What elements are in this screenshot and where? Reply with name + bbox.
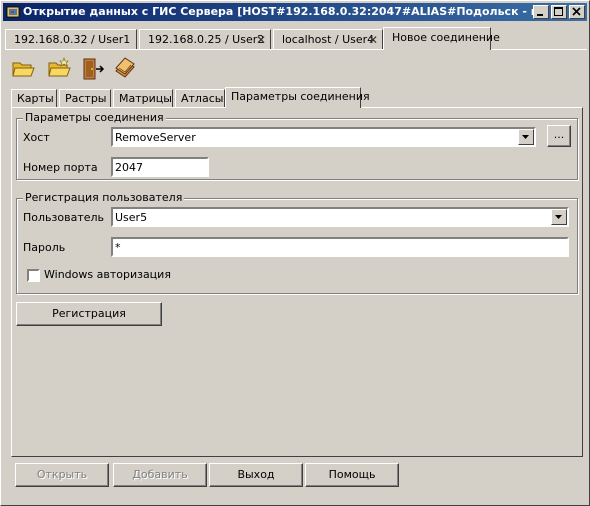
tab-maps[interactable]: Карты — [11, 89, 57, 107]
add-button[interactable]: Добавить — [113, 463, 207, 487]
host-label: Хост — [23, 131, 50, 144]
host-select-value: RemoveServer — [115, 131, 196, 144]
tab-connection-params[interactable]: Параметры соединения — [225, 87, 370, 108]
chevron-down-icon — [555, 215, 562, 219]
doc-tab-label: Новое соединение — [392, 31, 500, 44]
windows-auth-label[interactable]: Windows авторизация — [44, 268, 171, 281]
connection-group: Параметры соединения Хост RemoveServer .… — [16, 111, 578, 180]
register-button[interactable]: Регистрация — [16, 302, 162, 326]
close-button[interactable] — [569, 5, 585, 19]
port-input-value: 2047 — [115, 161, 143, 174]
password-input-value: * — [115, 241, 121, 254]
tab-label: Матрицы — [119, 92, 172, 105]
window-title: Открытие данных с ГИС Сервера [HOST#192.… — [23, 5, 533, 18]
doc-tab-user4[interactable]: localhost / User4 ✕ — [273, 29, 383, 49]
tab-label: Параметры соединения — [231, 90, 370, 103]
doc-tab-label: 192.168.0.32 / User1 — [14, 33, 131, 46]
port-label: Номер порта — [23, 161, 98, 174]
user-dropdown-button[interactable] — [551, 209, 567, 225]
minimize-button[interactable] — [533, 5, 549, 19]
host-select[interactable]: RemoveServer — [111, 127, 536, 147]
help-button-label: Помощь — [328, 468, 376, 481]
port-input[interactable]: 2047 — [111, 157, 209, 177]
chevron-down-icon — [522, 135, 529, 139]
user-registration-group: Регистрация пользователя Пользователь Us… — [16, 191, 578, 294]
add-button-label: Добавить — [132, 468, 188, 481]
help-button[interactable]: Помощь — [305, 463, 399, 487]
title-bar[interactable]: Открытие данных с ГИС Сервера [HOST#192.… — [3, 3, 587, 21]
windows-auth-checkbox[interactable] — [27, 269, 40, 282]
doc-tab-label: localhost / User4 — [282, 33, 375, 46]
tab-rasters[interactable]: Растры — [59, 89, 111, 107]
tab-label: Карты — [17, 92, 54, 105]
exit-door-icon[interactable] — [81, 57, 105, 81]
register-button-label: Регистрация — [52, 307, 126, 320]
exit-button-label: Выход — [237, 468, 275, 481]
tab-divider — [5, 49, 587, 50]
doc-tab-user2[interactable]: 192.168.0.25 / User2 ✕ — [139, 29, 271, 49]
main-window: Открытие данных с ГИС Сервера [HOST#192.… — [0, 0, 590, 506]
user-select-value: User5 — [115, 211, 148, 224]
book-icon[interactable] — [113, 57, 137, 81]
maximize-icon — [554, 7, 563, 16]
browse-host-button[interactable]: ... — [547, 125, 571, 147]
close-tab-icon[interactable]: ✕ — [256, 33, 266, 47]
connection-group-legend: Параметры соединения — [23, 111, 166, 124]
user-select[interactable]: User5 — [111, 207, 569, 227]
browse-label: ... — [553, 128, 565, 141]
doc-tab-new-connection[interactable]: Новое соединение — [383, 27, 500, 50]
open-button-label: Открыть — [36, 468, 88, 481]
app-icon — [6, 6, 20, 18]
minimize-icon — [537, 14, 543, 16]
open-folder-icon[interactable] — [11, 57, 35, 81]
maximize-button[interactable] — [551, 5, 567, 19]
close-tab-icon[interactable]: ✕ — [368, 33, 378, 47]
tab-panel: Параметры соединения Хост RemoveServer .… — [11, 107, 583, 457]
tab-label: Атласы — [181, 92, 224, 105]
doc-tab-label: 192.168.0.25 / User2 — [148, 33, 265, 46]
password-input[interactable]: * — [111, 237, 569, 257]
close-icon — [572, 7, 581, 16]
open-button[interactable]: Открыть — [15, 463, 109, 487]
tab-atlases[interactable]: Атласы — [175, 89, 225, 107]
exit-button[interactable]: Выход — [209, 463, 303, 487]
doc-tab-user1[interactable]: 192.168.0.32 / User1 — [5, 29, 137, 49]
tab-label: Растры — [65, 92, 107, 105]
password-label: Пароль — [23, 241, 66, 254]
open-folder-star-icon[interactable] — [47, 57, 71, 81]
host-dropdown-button[interactable] — [518, 129, 534, 145]
user-label: Пользователь — [23, 211, 105, 224]
registration-group-legend: Регистрация пользователя — [23, 191, 185, 204]
tab-matrices[interactable]: Матрицы — [113, 89, 173, 107]
